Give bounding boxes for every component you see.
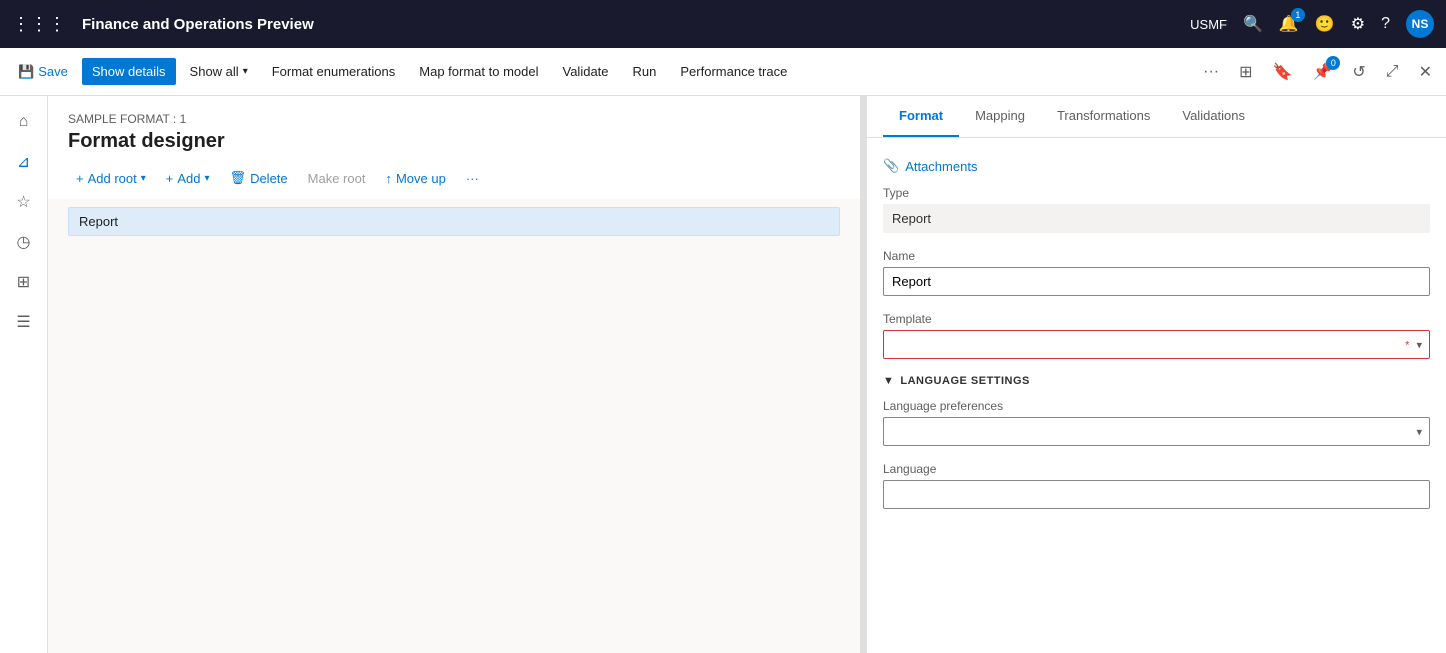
move-up-arrow-icon: ↑: [385, 171, 392, 186]
smiley-icon[interactable]: 🙂: [1315, 14, 1335, 34]
language-settings-section[interactable]: ▼ LANGUAGE SETTINGS: [883, 375, 1430, 387]
show-all-button[interactable]: Show all ▾: [180, 58, 258, 85]
breadcrumb: SAMPLE FORMAT : 1: [68, 112, 840, 126]
language-label: Language: [883, 462, 1430, 476]
user-avatar[interactable]: NS: [1406, 10, 1434, 38]
more-toolbar-button[interactable]: ···: [458, 166, 487, 191]
make-root-button: Make root: [300, 166, 374, 191]
notification-icon[interactable]: 🔔 1: [1279, 14, 1299, 34]
page-title: Format designer: [68, 130, 840, 153]
settings-icon[interactable]: ⚙: [1351, 14, 1365, 34]
format-toolbar: + Add root ▾ + Add ▾ 🗑 Delete Make root: [48, 165, 860, 199]
type-field-group: Type (function(){ var d = JSON.parse(doc…: [883, 186, 1430, 233]
sidebar-home-icon[interactable]: ⌂: [6, 104, 42, 140]
sidebar: ⌂ ⊿ ☆ ◷ ⊞ ☰: [0, 96, 48, 653]
language-preferences-select[interactable]: [883, 417, 1430, 446]
tab-format[interactable]: Format: [883, 96, 959, 137]
refresh-button[interactable]: ↺: [1346, 58, 1371, 86]
sidebar-grid-icon[interactable]: ⊞: [6, 264, 42, 300]
tree-item-report[interactable]: Report: [68, 207, 840, 236]
bookmark-icon-button[interactable]: 🔖: [1267, 58, 1299, 86]
pin-badge: 0: [1326, 56, 1340, 70]
save-button[interactable]: 💾 Save: [8, 58, 78, 86]
tree-area: Report: [48, 199, 860, 653]
name-input[interactable]: [883, 267, 1430, 296]
tree-item-report-label: Report: [79, 214, 118, 229]
add-root-chevron-icon: ▾: [141, 173, 146, 184]
language-preferences-select-wrapper: ▾: [883, 417, 1430, 446]
attachment-paperclip-icon: 📎: [883, 158, 899, 174]
help-icon[interactable]: ?: [1381, 15, 1390, 33]
language-input[interactable]: [883, 480, 1430, 509]
run-button[interactable]: Run: [623, 58, 667, 85]
add-root-plus-icon: +: [76, 171, 84, 186]
sidebar-filter-icon[interactable]: ⊿: [6, 144, 42, 180]
close-button[interactable]: ✕: [1413, 58, 1438, 86]
move-up-button[interactable]: ↑ Move up: [377, 166, 453, 191]
tab-mapping[interactable]: Mapping: [959, 96, 1041, 137]
type-input: [883, 204, 1430, 233]
name-field-group: Name (function(){ var d = JSON.parse(doc…: [883, 249, 1430, 296]
company-selector[interactable]: USMF: [1190, 17, 1227, 32]
panel-content: 📎 Attachments Type (function(){ var d = …: [867, 138, 1446, 653]
format-icon-button[interactable]: ⊞: [1233, 58, 1258, 86]
content-area: SAMPLE FORMAT : 1 Format designer + Add …: [48, 96, 1446, 653]
page-header: SAMPLE FORMAT : 1 Format designer: [48, 96, 860, 165]
add-plus-icon: +: [166, 171, 174, 186]
pin-icon-button[interactable]: 📌 0: [1306, 58, 1338, 86]
app-title: Finance and Operations Preview: [82, 16, 1180, 33]
open-external-button[interactable]: ⤢: [1380, 59, 1405, 85]
validate-button[interactable]: Validate: [553, 58, 619, 85]
delete-button[interactable]: 🗑 Delete: [222, 165, 296, 191]
template-field-group: Template * ▾: [883, 312, 1430, 359]
add-root-button[interactable]: + Add root ▾: [68, 166, 154, 191]
left-panel: SAMPLE FORMAT : 1 Format designer + Add …: [48, 96, 860, 653]
name-label: Name: [883, 249, 1430, 263]
section-collapse-chevron-icon: ▼: [883, 375, 894, 387]
right-panel: Format Mapping Transformations Validatio…: [866, 96, 1446, 653]
save-icon: 💾: [18, 64, 34, 80]
sidebar-clock-icon[interactable]: ◷: [6, 224, 42, 260]
tab-transformations[interactable]: Transformations: [1041, 96, 1166, 137]
sidebar-star-icon[interactable]: ☆: [6, 184, 42, 220]
notification-badge: 1: [1291, 8, 1305, 22]
template-select-wrapper: * ▾: [883, 330, 1430, 359]
delete-trash-icon: 🗑: [230, 170, 247, 186]
type-label: Type: [883, 186, 1430, 200]
sidebar-list-icon[interactable]: ☰: [6, 304, 42, 340]
language-preferences-label: Language preferences: [883, 399, 1430, 413]
template-select[interactable]: [883, 330, 1430, 359]
map-format-to-model-button[interactable]: Map format to model: [409, 58, 548, 85]
attachments-link[interactable]: 📎 Attachments: [883, 154, 1430, 186]
language-field-group: Language: [883, 462, 1430, 509]
title-bar: ⋮⋮⋮ Finance and Operations Preview USMF …: [0, 0, 1446, 48]
search-icon[interactable]: 🔍: [1243, 14, 1263, 34]
waffle-icon[interactable]: ⋮⋮⋮: [12, 14, 66, 35]
main-layout: ⌂ ⊿ ☆ ◷ ⊞ ☰ SAMPLE FORMAT : 1 Format des…: [0, 96, 1446, 653]
show-details-button[interactable]: Show details: [82, 58, 176, 85]
panel-tabs: Format Mapping Transformations Validatio…: [867, 96, 1446, 138]
add-chevron-icon: ▾: [205, 173, 210, 184]
more-options-button[interactable]: ···: [1197, 59, 1225, 85]
format-enumerations-button[interactable]: Format enumerations: [262, 58, 406, 85]
tab-validations[interactable]: Validations: [1166, 96, 1261, 137]
language-preferences-field-group: Language preferences ▾: [883, 399, 1430, 446]
command-bar: 💾 Save Show details Show all ▾ Format en…: [0, 48, 1446, 96]
template-label: Template: [883, 312, 1430, 326]
show-all-chevron-icon: ▾: [243, 66, 248, 77]
add-button[interactable]: + Add ▾: [158, 166, 218, 191]
performance-trace-button[interactable]: Performance trace: [670, 58, 797, 85]
